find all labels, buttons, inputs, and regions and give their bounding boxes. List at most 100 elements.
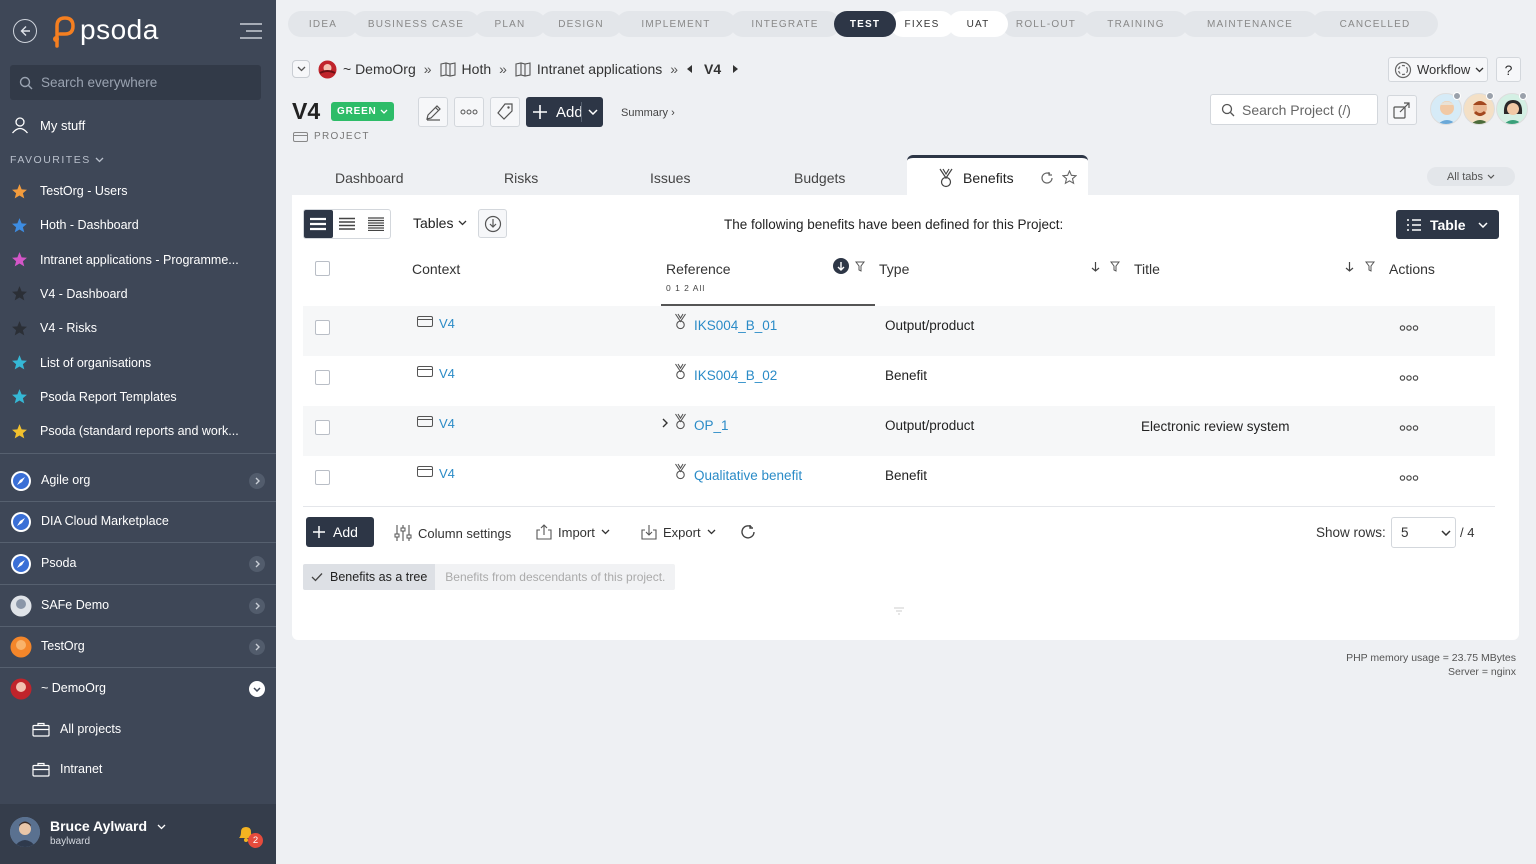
export-button[interactable]: Export bbox=[641, 524, 716, 540]
all-tabs-dropdown[interactable]: All tabs bbox=[1427, 167, 1515, 186]
stage-business-case[interactable]: BUSINESS CASE bbox=[352, 11, 480, 37]
reload-button[interactable] bbox=[740, 524, 756, 540]
project-search-input[interactable] bbox=[1242, 101, 1362, 118]
context-link[interactable]: V4 bbox=[439, 416, 455, 431]
row-actions-button[interactable] bbox=[1399, 325, 1419, 331]
collapse-org-button[interactable] bbox=[249, 681, 265, 697]
tab-benefits[interactable]: Benefits bbox=[907, 155, 1088, 197]
row-checkbox[interactable] bbox=[315, 470, 330, 485]
avatar[interactable] bbox=[10, 817, 40, 847]
organisation-item[interactable]: TestOrg bbox=[0, 636, 276, 658]
table-row[interactable]: V4 OP_1 Output/product Electronic review sy… bbox=[303, 406, 1495, 456]
favourite-item[interactable]: V4 - Dashboard bbox=[0, 284, 276, 304]
breadcrumb-project[interactable]: V4 bbox=[686, 61, 739, 77]
tab-issues[interactable]: Issues bbox=[650, 170, 690, 186]
reference-cell[interactable]: OP_1 bbox=[662, 413, 729, 433]
density-compact-button[interactable] bbox=[333, 210, 362, 238]
user-name[interactable]: Bruce Aylward bbox=[50, 818, 166, 834]
column-header-context[interactable]: Context bbox=[412, 261, 460, 277]
reference-link[interactable]: IKS004_B_01 bbox=[694, 318, 777, 333]
reference-level-filters[interactable]: 0 1 2 All bbox=[666, 283, 705, 293]
favourite-item[interactable]: Psoda Report Templates bbox=[0, 387, 276, 407]
column-header-title[interactable]: Title bbox=[1134, 261, 1160, 277]
breadcrumb-portfolio[interactable]: Intranet applications bbox=[515, 61, 662, 77]
organisation-item[interactable]: ~ DemoOrg bbox=[0, 678, 276, 700]
status-badge[interactable]: GREEN bbox=[331, 102, 394, 121]
sort-down-icon[interactable] bbox=[1091, 261, 1100, 272]
favourite-item[interactable]: TestOrg - Users bbox=[0, 181, 276, 201]
expand-row-icon[interactable] bbox=[662, 418, 668, 428]
expand-org-button[interactable] bbox=[249, 598, 265, 614]
org-sub-item[interactable]: All projects bbox=[0, 719, 276, 739]
chevron-down-icon[interactable] bbox=[588, 109, 598, 115]
refresh-icon[interactable] bbox=[1040, 171, 1054, 185]
sidebar-collapse-button[interactable] bbox=[238, 21, 264, 41]
row-checkbox[interactable] bbox=[315, 420, 330, 435]
organisation-item[interactable]: SAFe Demo bbox=[0, 595, 276, 617]
breadcrumb-programme[interactable]: Hoth bbox=[439, 61, 491, 77]
expand-org-button[interactable] bbox=[249, 639, 265, 655]
expand-org-button[interactable] bbox=[249, 556, 265, 572]
row-actions-button[interactable] bbox=[1399, 475, 1419, 481]
organisation-item[interactable]: Psoda bbox=[0, 553, 276, 575]
row-actions-button[interactable] bbox=[1399, 375, 1419, 381]
stage-plan[interactable]: PLAN bbox=[474, 11, 546, 37]
sort-reference-button[interactable] bbox=[833, 258, 849, 274]
benefits-as-tree-toggle[interactable]: Benefits as a tree bbox=[303, 564, 436, 590]
star-outline-icon[interactable] bbox=[1061, 170, 1077, 185]
stage-idea[interactable]: IDEA bbox=[288, 11, 358, 37]
context-link[interactable]: V4 bbox=[439, 466, 455, 481]
sidebar-search-input[interactable] bbox=[41, 75, 241, 90]
add-benefit-button[interactable]: Add bbox=[306, 517, 374, 547]
reference-link[interactable]: OP_1 bbox=[694, 418, 729, 433]
select-all-checkbox[interactable] bbox=[315, 261, 330, 276]
reference-link[interactable]: IKS004_B_02 bbox=[694, 368, 777, 383]
reference-cell[interactable]: Qualitative benefit bbox=[673, 463, 802, 483]
stage-roll-out[interactable]: ROLL-OUT bbox=[1002, 11, 1090, 37]
sidebar-search[interactable] bbox=[10, 65, 261, 100]
stage-test[interactable]: TEST bbox=[834, 11, 896, 37]
favourite-item[interactable]: V4 - Risks bbox=[0, 318, 276, 338]
table-row[interactable]: V4 IKS004_B_02 Benefit bbox=[303, 356, 1495, 406]
help-button[interactable]: ? bbox=[1496, 57, 1521, 82]
caret-left-icon[interactable] bbox=[686, 64, 694, 74]
context-link[interactable]: V4 bbox=[439, 316, 455, 331]
stage-cancelled[interactable]: CANCELLED bbox=[1312, 11, 1438, 37]
favourite-item[interactable]: Intranet applications - Programme... bbox=[0, 250, 276, 270]
table-row[interactable]: V4 Qualitative benefit Benefit bbox=[303, 456, 1495, 506]
row-actions-button[interactable] bbox=[1399, 425, 1419, 431]
breadcrumb-org[interactable]: ~ DemoOrg bbox=[318, 60, 416, 79]
sort-down-icon[interactable] bbox=[1345, 261, 1354, 272]
tables-dropdown[interactable]: Tables bbox=[413, 215, 467, 231]
tab-dashboard[interactable]: Dashboard bbox=[335, 170, 404, 186]
density-dense-button[interactable] bbox=[361, 210, 390, 238]
stage-uat[interactable]: UAT bbox=[948, 11, 1008, 37]
tab-budgets[interactable]: Budgets bbox=[794, 170, 845, 186]
row-checkbox[interactable] bbox=[315, 370, 330, 385]
stage-maintenance[interactable]: MAINTENANCE bbox=[1182, 11, 1318, 37]
favourites-header[interactable]: FAVOURITES bbox=[10, 154, 104, 166]
stage-design[interactable]: DESIGN bbox=[540, 11, 622, 37]
filter-icon[interactable] bbox=[1110, 261, 1120, 272]
caret-right-icon[interactable] bbox=[731, 64, 739, 74]
filter-icon[interactable] bbox=[855, 261, 865, 272]
favourite-item[interactable]: Hoth - Dashboard bbox=[0, 215, 276, 235]
add-button[interactable]: Add bbox=[526, 97, 603, 127]
breadcrumb-dropdown-button[interactable] bbox=[292, 60, 310, 78]
organisation-item[interactable]: DIA Cloud Marketplace bbox=[0, 511, 276, 533]
organisation-item[interactable]: Agile org bbox=[0, 470, 276, 492]
org-sub-item[interactable]: Intranet bbox=[0, 759, 276, 779]
resize-handle[interactable] bbox=[893, 607, 905, 615]
back-button[interactable] bbox=[13, 19, 37, 43]
stage-integrate[interactable]: INTEGRATE bbox=[730, 11, 840, 37]
psoda-logo[interactable]: psoda bbox=[48, 12, 159, 48]
column-header-reference[interactable]: Reference bbox=[666, 261, 731, 277]
context-cell[interactable]: V4 bbox=[417, 366, 455, 381]
table-view-dropdown[interactable]: Table bbox=[1396, 210, 1499, 239]
reference-link[interactable]: Qualitative benefit bbox=[694, 468, 802, 483]
more-options-button[interactable] bbox=[454, 97, 484, 127]
tab-risks[interactable]: Risks bbox=[504, 170, 538, 186]
snapshot-button[interactable] bbox=[478, 209, 507, 238]
expand-org-button[interactable] bbox=[249, 473, 265, 489]
filter-icon[interactable] bbox=[1365, 261, 1375, 272]
